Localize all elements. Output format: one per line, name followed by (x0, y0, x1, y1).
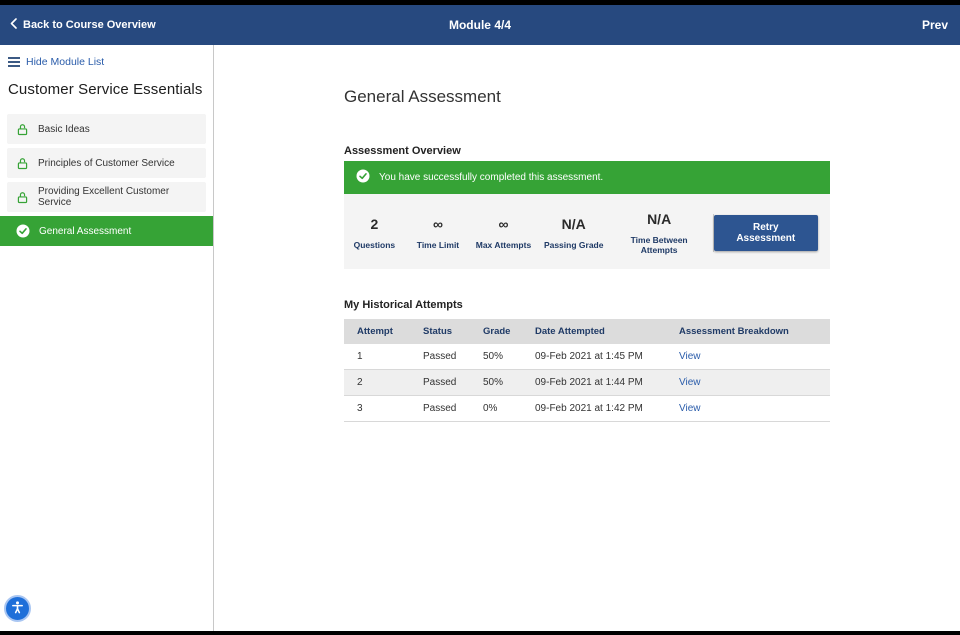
cell-grade: 50% (470, 370, 522, 396)
stat-label: Questions (344, 240, 405, 250)
sidebar-item-label: Basic Ideas (38, 124, 90, 135)
bottom-black-strip (0, 631, 960, 635)
historical-attempts-heading: My Historical Attempts (344, 299, 830, 311)
stat-value: ∞ (471, 215, 536, 234)
top-navigation-bar: Back to Course Overview Module 4/4 Prev (0, 5, 960, 45)
table-header-row: Attempt Status Grade Date Attempted Asse… (344, 319, 830, 344)
content-area: Hide Module List Customer Service Essent… (0, 45, 960, 631)
cell-status: Passed (410, 396, 470, 422)
assessment-stats-panel: 2 Questions ∞ Time Limit ∞ Max Attempts … (344, 194, 830, 269)
page-title: General Assessment (344, 87, 830, 107)
sidebar-item-providing-excellent[interactable]: Providing Excellent Customer Service (7, 182, 206, 212)
stat-passing-grade: N/A Passing Grade (536, 215, 612, 250)
column-header-status: Status (410, 319, 470, 344)
cell-status: Passed (410, 370, 470, 396)
column-header-assessment-breakdown: Assessment Breakdown (666, 319, 830, 344)
unlock-icon (16, 157, 29, 170)
stat-value: ∞ (405, 215, 471, 234)
sidebar-item-general-assessment[interactable]: General Assessment (0, 216, 213, 246)
retry-assessment-button[interactable]: Retry Assessment (714, 215, 818, 251)
sidebar-item-principles[interactable]: Principles of Customer Service (7, 148, 206, 178)
prev-button[interactable]: Prev (922, 18, 960, 32)
cell-attempt: 1 (344, 344, 410, 370)
view-breakdown-link[interactable]: View (679, 377, 701, 388)
accessibility-person-icon (10, 600, 25, 618)
cell-grade: 50% (470, 344, 522, 370)
assessment-overview-heading: Assessment Overview (344, 145, 830, 157)
back-link-label: Back to Course Overview (23, 19, 156, 31)
cell-date-attempted: 09-Feb 2021 at 1:45 PM (522, 344, 666, 370)
course-title: Customer Service Essentials (0, 75, 213, 110)
success-banner: You have successfully completed this ass… (344, 161, 830, 194)
sidebar-item-label: Principles of Customer Service (38, 158, 175, 169)
check-circle-icon (16, 224, 30, 238)
module-sidebar: Hide Module List Customer Service Essent… (0, 45, 214, 631)
success-message: You have successfully completed this ass… (379, 172, 603, 183)
chevron-left-icon (10, 18, 17, 32)
column-header-grade: Grade (470, 319, 522, 344)
cell-grade: 0% (470, 396, 522, 422)
stat-label: Time Limit (405, 240, 471, 250)
main-panel: General Assessment Assessment Overview Y… (214, 45, 960, 631)
table-row: 1 Passed 50% 09-Feb 2021 at 1:45 PM View (344, 344, 830, 370)
cell-attempt: 3 (344, 396, 410, 422)
sidebar-item-label: Providing Excellent Customer Service (38, 186, 197, 208)
back-to-course-overview-link[interactable]: Back to Course Overview (0, 18, 156, 32)
table-row: 2 Passed 50% 09-Feb 2021 at 1:44 PM View (344, 370, 830, 396)
table-row: 3 Passed 0% 09-Feb 2021 at 1:42 PM View (344, 396, 830, 422)
sidebar-item-label: General Assessment (39, 226, 131, 237)
stat-label: Time Between Attempts (612, 235, 707, 255)
stat-time-between-attempts: N/A Time Between Attempts (612, 210, 707, 255)
stat-value: 2 (344, 215, 405, 234)
cell-attempt: 2 (344, 370, 410, 396)
stat-value: N/A (612, 210, 707, 229)
check-circle-icon (356, 169, 370, 186)
stat-value: N/A (536, 215, 612, 234)
hide-module-list-button[interactable]: Hide Module List (0, 45, 213, 75)
historical-attempts-table: Attempt Status Grade Date Attempted Asse… (344, 319, 830, 422)
cell-date-attempted: 09-Feb 2021 at 1:42 PM (522, 396, 666, 422)
stat-questions: 2 Questions (344, 215, 405, 250)
accessibility-button[interactable] (4, 595, 31, 622)
unlock-icon (16, 123, 29, 136)
view-breakdown-link[interactable]: View (679, 351, 701, 362)
stat-max-attempts: ∞ Max Attempts (471, 215, 536, 250)
view-breakdown-link[interactable]: View (679, 403, 701, 414)
stat-label: Max Attempts (471, 240, 536, 250)
stat-label: Passing Grade (536, 240, 612, 250)
sidebar-item-basic-ideas[interactable]: Basic Ideas (7, 114, 206, 144)
cell-date-attempted: 09-Feb 2021 at 1:44 PM (522, 370, 666, 396)
hide-module-list-label: Hide Module List (26, 56, 104, 68)
menu-icon (8, 57, 20, 67)
column-header-attempt: Attempt (344, 319, 410, 344)
cell-status: Passed (410, 344, 470, 370)
stat-time-limit: ∞ Time Limit (405, 215, 471, 250)
unlock-icon (16, 191, 29, 204)
column-header-date-attempted: Date Attempted (522, 319, 666, 344)
